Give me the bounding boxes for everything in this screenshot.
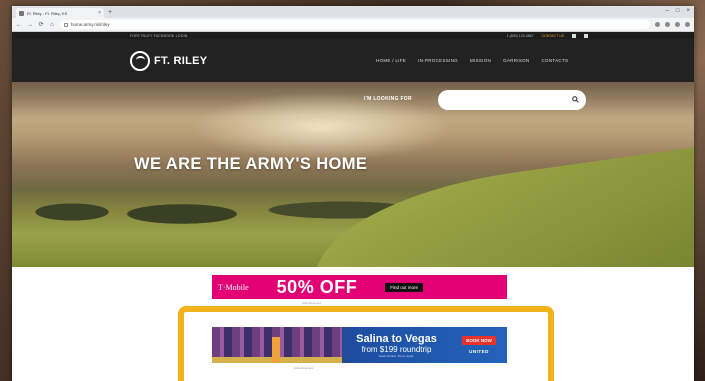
utility-phone[interactable]: 1 (800) 123-4567 xyxy=(507,34,534,38)
tmobile-cta-button[interactable]: Find out more xyxy=(385,282,423,292)
menu-icon[interactable] xyxy=(685,22,690,27)
ad-caption-bottom: Advertisement xyxy=(294,366,314,370)
content-area: T·Mobile 50% OFF Find out more Advertise… xyxy=(12,267,694,381)
tab-bar: Ft. Riley - Ft. Riley, KS × + – □ × xyxy=(12,6,694,18)
tmobile-brand: T·Mobile xyxy=(218,282,249,292)
back-button[interactable]: ← xyxy=(16,22,22,28)
menu-item-contacts[interactable]: CONTACTS xyxy=(541,58,568,63)
utility-right: 1 (800) 123-4567 CONTACT US xyxy=(507,33,684,38)
menu-toggle-icon[interactable] xyxy=(584,33,588,38)
new-tab-button[interactable]: + xyxy=(108,8,112,18)
window-controls: – □ × xyxy=(666,8,690,14)
united-fine-print: Seats limited. Terms apply. xyxy=(378,353,415,358)
army-star-icon xyxy=(130,50,150,71)
profile-icon[interactable] xyxy=(675,22,680,27)
toolbar-icons xyxy=(655,22,690,27)
united-ad-side: BOOK NOW UNITED xyxy=(451,327,507,363)
book-now-button[interactable]: BOOK NOW xyxy=(462,336,496,345)
utility-accent-link[interactable]: CONTACT US xyxy=(542,34,564,38)
browser-toolbar: ← → ⟳ ⌂ home.army.mil/riley xyxy=(12,18,694,32)
tab-title: Ft. Riley - Ft. Riley, KS xyxy=(27,10,68,16)
utility-left-text[interactable]: FORT RILEY FACEBOOK LOGIN xyxy=(130,34,188,38)
menu-item-home-life[interactable]: HOME / LIFE xyxy=(376,58,406,63)
browser-window: Ft. Riley - Ft. Riley, KS × + – □ × ← → … xyxy=(12,6,694,381)
url-text: home.army.mil/riley xyxy=(71,22,110,27)
search-input[interactable] xyxy=(438,90,586,110)
minimize-button[interactable]: – xyxy=(666,8,669,14)
home-button[interactable]: ⌂ xyxy=(49,22,55,28)
site-logo[interactable]: FT. RILEY xyxy=(130,50,208,71)
vegas-skyline-image xyxy=(212,327,342,363)
tmobile-ad-banner[interactable]: T·Mobile 50% OFF Find out more xyxy=(212,275,507,299)
primary-menu: HOME / LIFE IN-PROCESSING MISSION GARRIS… xyxy=(376,58,568,63)
united-ad-banner[interactable]: Salina to Vegas from $199 roundtrip Seat… xyxy=(212,327,507,363)
star-icon[interactable] xyxy=(655,22,660,27)
close-window-button[interactable]: × xyxy=(686,8,690,14)
united-logo: UNITED xyxy=(469,349,489,354)
menu-item-in-processing[interactable]: IN-PROCESSING xyxy=(418,58,458,63)
menu-item-mission[interactable]: MISSION xyxy=(470,58,491,63)
tmobile-offer: 50% OFF xyxy=(276,276,358,297)
united-subhead: from $199 roundtrip xyxy=(361,344,432,354)
address-bar[interactable]: home.army.mil/riley xyxy=(60,20,650,29)
logo-text: FT. RILEY xyxy=(154,54,208,67)
utility-bar: FORT RILEY FACEBOOK LOGIN 1 (800) 123-45… xyxy=(12,32,694,39)
search-toggle-icon[interactable] xyxy=(572,33,576,38)
united-ad-copy: Salina to Vegas from $199 roundtrip Seat… xyxy=(342,327,451,363)
search-label: I'M LOOKING FOR xyxy=(364,96,412,102)
favicon-icon xyxy=(19,10,24,16)
main-navigation: FT. RILEY HOME / LIFE IN-PROCESSING MISS… xyxy=(12,39,694,82)
ad-caption-top: Advertisement xyxy=(302,301,322,305)
lock-icon xyxy=(64,22,68,27)
browser-tab[interactable]: Ft. Riley - Ft. Riley, KS × xyxy=(16,8,104,18)
menu-item-garrison[interactable]: GARRISON xyxy=(503,58,529,63)
close-tab-icon[interactable]: × xyxy=(98,10,101,16)
reload-button[interactable]: ⟳ xyxy=(38,21,44,28)
united-headline: Salina to Vegas xyxy=(356,332,437,345)
forward-button[interactable]: → xyxy=(27,22,33,28)
extensions-icon[interactable] xyxy=(665,22,670,27)
search-icon[interactable] xyxy=(572,96,579,103)
maximize-button[interactable]: □ xyxy=(676,8,680,14)
hero-title: WE ARE THE ARMY'S HOME xyxy=(134,155,368,173)
hero-banner: I'M LOOKING FOR WE ARE THE ARMY'S HOME xyxy=(12,82,694,267)
